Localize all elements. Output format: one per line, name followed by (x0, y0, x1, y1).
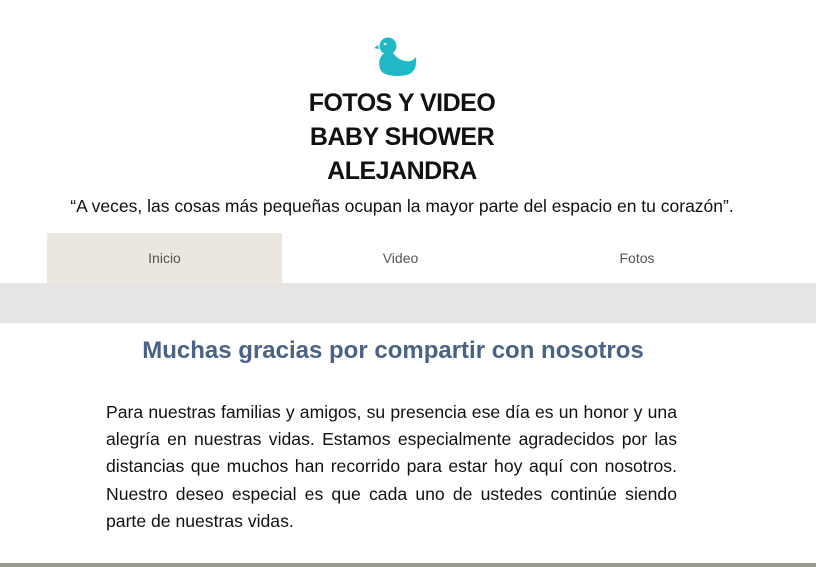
nav-item-video[interactable]: Video (282, 233, 519, 283)
quote-text: “A veces, las cosas más pequeñas ocupan … (70, 196, 734, 216)
duck-icon (374, 37, 418, 77)
main-nav: Inicio Video Fotos (47, 233, 743, 283)
intro-paragraph: Para nuestras familias y amigos, su pres… (106, 402, 677, 531)
title-line-2: BABY SHOWER (309, 123, 495, 151)
title-line-1: FOTOS Y VIDEO (308, 89, 496, 117)
section-divider-band (0, 283, 816, 323)
bottom-divider (0, 563, 816, 567)
nav-item-fotos[interactable]: Fotos (519, 233, 755, 283)
section-heading: Muchas gracias por compartir con nosotro… (142, 337, 644, 364)
page-title: FOTOS Y VIDEO BABY SHOWER ALEJANDRA (0, 86, 804, 188)
nav-item-inicio[interactable]: Inicio (47, 233, 282, 283)
title-line-3: ALEJANDRA (327, 157, 477, 185)
